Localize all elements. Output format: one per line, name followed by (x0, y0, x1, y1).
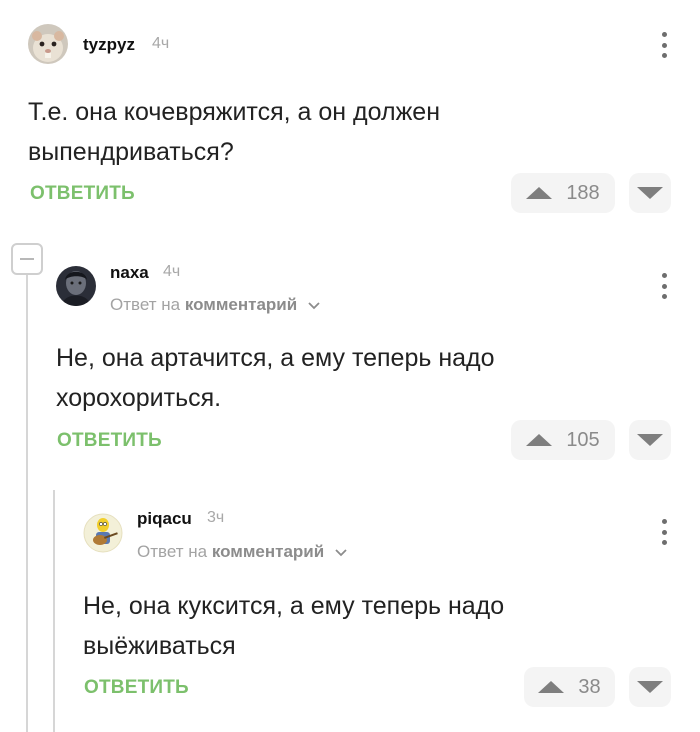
comment-username[interactable]: naxa (110, 263, 149, 283)
downvote-button[interactable] (629, 173, 671, 213)
thread-line (26, 275, 28, 732)
upvote-button[interactable]: 38 (524, 667, 615, 707)
comment-time: 4ч (152, 35, 170, 52)
arrow-down-icon (637, 681, 663, 693)
chevron-down-icon[interactable] (335, 548, 347, 557)
comment-text: Т.е. она кочевряжится, а он должен выпен… (28, 98, 440, 166)
upvote-button[interactable]: 188 (511, 173, 615, 213)
arrow-up-icon (538, 681, 565, 693)
user-avatar[interactable] (83, 513, 123, 553)
guitarist-avatar-icon (83, 513, 123, 553)
reply-to-link[interactable]: Ответ на комментарий (137, 542, 347, 562)
reply-to-comment[interactable]: комментарий (185, 295, 297, 314)
arrow-down-icon (637, 434, 663, 446)
comment-time: 3ч (207, 509, 225, 526)
reply-to-prefix: Ответ на (137, 542, 208, 561)
chevron-down-icon[interactable] (308, 301, 320, 310)
hamster-avatar-icon (28, 24, 68, 64)
reply-button[interactable]: ОТВЕТИТЬ (84, 677, 189, 699)
vote-count: 105 (566, 428, 600, 451)
downvote-button[interactable] (629, 420, 671, 460)
portrait-avatar-icon (56, 266, 96, 306)
vote-count: 38 (578, 675, 601, 698)
arrow-down-icon (637, 187, 663, 199)
comment-time: 4ч (163, 263, 181, 280)
downvote-button[interactable] (629, 667, 671, 707)
reply-to-prefix: Ответ на (110, 295, 181, 314)
arrow-up-icon (526, 187, 553, 199)
comment-menu-button[interactable] (656, 30, 672, 60)
comment-username[interactable]: tyzpyz (83, 35, 135, 55)
reply-button[interactable]: ОТВЕТИТЬ (57, 430, 162, 452)
comment-text: Не, она артачится, а ему теперь надо хор… (56, 344, 495, 412)
arrow-up-icon (526, 434, 553, 446)
comment-username[interactable]: piqacu (137, 509, 192, 529)
comment-menu-button[interactable] (656, 517, 672, 547)
upvote-button[interactable]: 105 (511, 420, 615, 460)
comment-menu-button[interactable] (656, 271, 672, 301)
reply-to-comment[interactable]: комментарий (212, 542, 324, 561)
user-avatar[interactable] (28, 24, 68, 64)
user-avatar[interactable] (56, 266, 96, 306)
reply-to-link[interactable]: Ответ на комментарий (110, 295, 320, 315)
vote-count: 188 (566, 181, 600, 204)
collapse-thread-button[interactable] (11, 243, 43, 275)
thread-line-nested (53, 490, 55, 732)
comment-text: Не, она куксится, а ему теперь надо выёж… (83, 592, 505, 660)
reply-button[interactable]: ОТВЕТИТЬ (30, 183, 135, 205)
